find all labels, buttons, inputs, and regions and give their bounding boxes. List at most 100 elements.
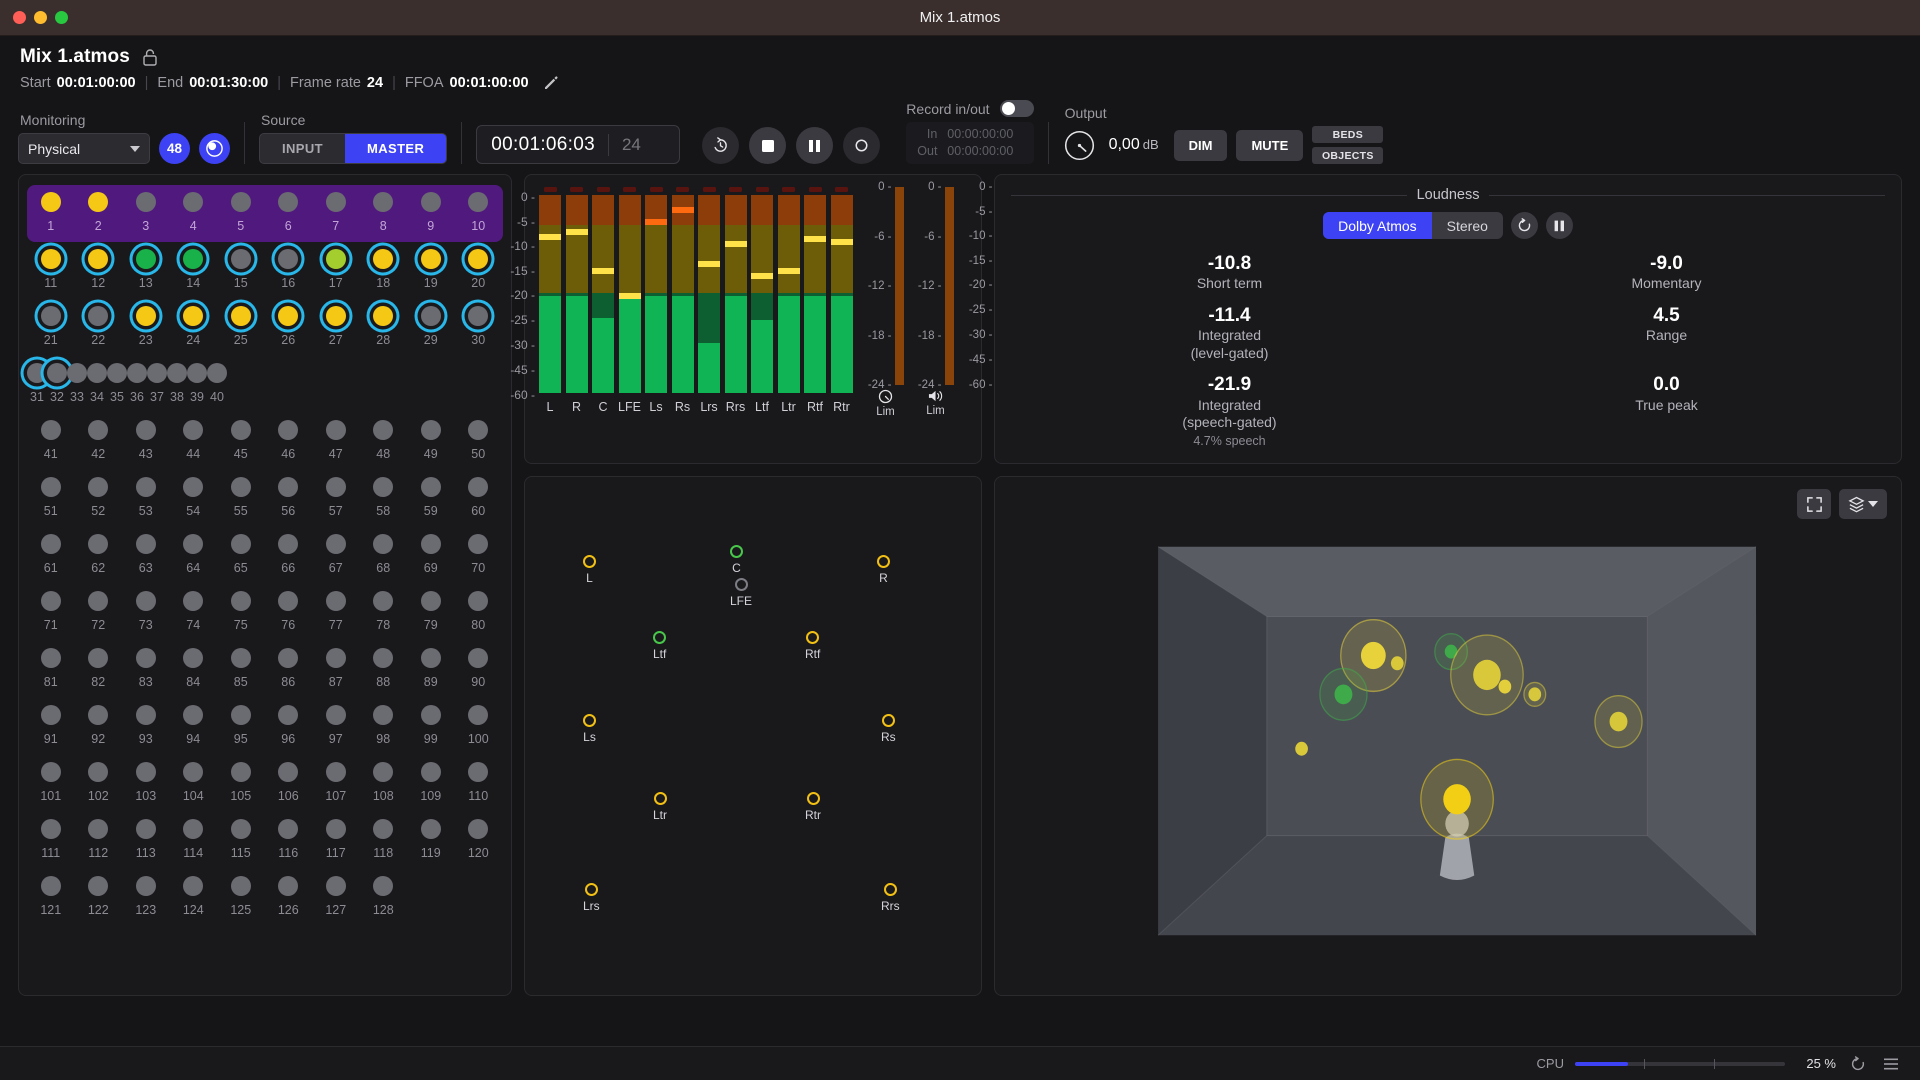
- pause-button[interactable]: [796, 127, 833, 164]
- channel-cell-2[interactable]: 2: [75, 185, 123, 233]
- channel-cell-58[interactable]: 58: [360, 470, 408, 518]
- channel-cell-39[interactable]: 39: [187, 356, 207, 404]
- loudness-reset-button[interactable]: [1511, 212, 1538, 239]
- channel-cell-112[interactable]: 112: [75, 812, 123, 860]
- channel-cell-3[interactable]: 3: [122, 185, 170, 233]
- channel-cell-78[interactable]: 78: [360, 584, 408, 632]
- channel-cell-104[interactable]: 104: [170, 755, 218, 803]
- channel-cell-85[interactable]: 85: [217, 641, 265, 689]
- channel-cell-63[interactable]: 63: [122, 527, 170, 575]
- channel-cell-36[interactable]: 36: [127, 356, 147, 404]
- channel-cell-53[interactable]: 53: [122, 470, 170, 518]
- channel-cell-5[interactable]: 5: [217, 185, 265, 233]
- record-button[interactable]: [843, 127, 880, 164]
- speaker-position-Rtr[interactable]: Rtr: [805, 792, 821, 822]
- channel-cell-38[interactable]: 38: [167, 356, 187, 404]
- channel-cell-120[interactable]: 120: [455, 812, 503, 860]
- channel-cell-98[interactable]: 98: [360, 698, 408, 746]
- channel-cell-52[interactable]: 52: [75, 470, 123, 518]
- channel-cell-30[interactable]: 30: [455, 299, 503, 347]
- channel-cell-21[interactable]: 21: [27, 299, 75, 347]
- channel-cell-26[interactable]: 26: [265, 299, 313, 347]
- status-refresh-button[interactable]: [1847, 1053, 1869, 1075]
- beds-button[interactable]: BEDS: [1312, 126, 1383, 143]
- channel-cell-64[interactable]: 64: [170, 527, 218, 575]
- channel-cell-32[interactable]: 32: [47, 356, 67, 404]
- monitoring-headphone-button[interactable]: [199, 133, 230, 164]
- channel-cell-123[interactable]: 123: [122, 869, 170, 917]
- limiter-knob-icon[interactable]: [878, 389, 893, 404]
- source-toggle[interactable]: INPUT MASTER: [259, 133, 447, 164]
- channel-cell-87[interactable]: 87: [312, 641, 360, 689]
- loudness-mode-toggle[interactable]: Dolby Atmos Stereo: [1323, 212, 1503, 239]
- source-master-button[interactable]: MASTER: [345, 134, 446, 163]
- channel-cell-97[interactable]: 97: [312, 698, 360, 746]
- loudness-tab-stereo[interactable]: Stereo: [1432, 212, 1503, 239]
- channel-cell-31[interactable]: 31: [27, 356, 47, 404]
- channel-cell-106[interactable]: 106: [265, 755, 313, 803]
- channel-cell-86[interactable]: 86: [265, 641, 313, 689]
- channel-cell-100[interactable]: 100: [455, 698, 503, 746]
- channel-cell-65[interactable]: 65: [217, 527, 265, 575]
- output-gain-knob[interactable]: [1063, 129, 1096, 162]
- channel-cell-54[interactable]: 54: [170, 470, 218, 518]
- channel-cell-105[interactable]: 105: [217, 755, 265, 803]
- record-in-row[interactable]: In 00:00:00:00: [917, 126, 1022, 143]
- channel-cell-20[interactable]: 20: [455, 242, 503, 290]
- speaker-position-Rs[interactable]: Rs: [881, 714, 896, 744]
- channel-cell-125[interactable]: 125: [217, 869, 265, 917]
- speaker-position-Lrs[interactable]: Lrs: [583, 883, 600, 913]
- channel-cell-56[interactable]: 56: [265, 470, 313, 518]
- channel-cell-80[interactable]: 80: [455, 584, 503, 632]
- channel-cell-73[interactable]: 73: [122, 584, 170, 632]
- channel-cell-10[interactable]: 10: [455, 185, 503, 233]
- channel-cell-77[interactable]: 77: [312, 584, 360, 632]
- channel-cell-108[interactable]: 108: [360, 755, 408, 803]
- channel-cell-13[interactable]: 13: [122, 242, 170, 290]
- channel-cell-88[interactable]: 88: [360, 641, 408, 689]
- channel-cell-19[interactable]: 19: [407, 242, 455, 290]
- loudness-tab-dolby-atmos[interactable]: Dolby Atmos: [1323, 212, 1432, 239]
- channel-cell-90[interactable]: 90: [455, 641, 503, 689]
- close-icon[interactable]: [13, 11, 26, 24]
- channel-cell-49[interactable]: 49: [407, 413, 455, 461]
- channel-cell-83[interactable]: 83: [122, 641, 170, 689]
- status-menu-button[interactable]: [1880, 1053, 1902, 1075]
- channel-cell-93[interactable]: 93: [122, 698, 170, 746]
- monitoring-channel-count-badge[interactable]: 48: [159, 133, 190, 164]
- channel-cell-74[interactable]: 74: [170, 584, 218, 632]
- channel-cell-12[interactable]: 12: [75, 242, 123, 290]
- speaker-position-R[interactable]: R: [877, 555, 890, 585]
- source-input-button[interactable]: INPUT: [260, 134, 345, 163]
- channel-cell-109[interactable]: 109: [407, 755, 455, 803]
- channel-cell-23[interactable]: 23: [122, 299, 170, 347]
- channel-cell-95[interactable]: 95: [217, 698, 265, 746]
- channel-cell-126[interactable]: 126: [265, 869, 313, 917]
- channel-cell-96[interactable]: 96: [265, 698, 313, 746]
- speaker-position-L[interactable]: L: [583, 555, 596, 585]
- channel-cell-7[interactable]: 7: [312, 185, 360, 233]
- channel-cell-101[interactable]: 101: [27, 755, 75, 803]
- channel-cell-50[interactable]: 50: [455, 413, 503, 461]
- speaker-position-LFE[interactable]: LFE: [730, 578, 752, 608]
- channel-cell-94[interactable]: 94: [170, 698, 218, 746]
- channel-cell-117[interactable]: 117: [312, 812, 360, 860]
- channel-cell-17[interactable]: 17: [312, 242, 360, 290]
- speaker-position-Rtf[interactable]: Rtf: [805, 631, 820, 661]
- channel-cell-71[interactable]: 71: [27, 584, 75, 632]
- channel-cell-48[interactable]: 48: [360, 413, 408, 461]
- channel-cell-110[interactable]: 110: [455, 755, 503, 803]
- channel-cell-116[interactable]: 116: [265, 812, 313, 860]
- audio-object-9[interactable]: [1421, 759, 1493, 839]
- edit-pencil-icon[interactable]: [543, 75, 559, 91]
- window-controls[interactable]: [13, 11, 68, 24]
- speaker-position-Rrs[interactable]: Rrs: [881, 883, 900, 913]
- speaker-position-Ls[interactable]: Ls: [583, 714, 596, 744]
- channel-cell-9[interactable]: 9: [407, 185, 455, 233]
- channel-cell-55[interactable]: 55: [217, 470, 265, 518]
- speaker-position-C[interactable]: C: [730, 545, 743, 575]
- channel-cell-59[interactable]: 59: [407, 470, 455, 518]
- channel-cell-46[interactable]: 46: [265, 413, 313, 461]
- channel-cell-114[interactable]: 114: [170, 812, 218, 860]
- channel-cell-41[interactable]: 41: [27, 413, 75, 461]
